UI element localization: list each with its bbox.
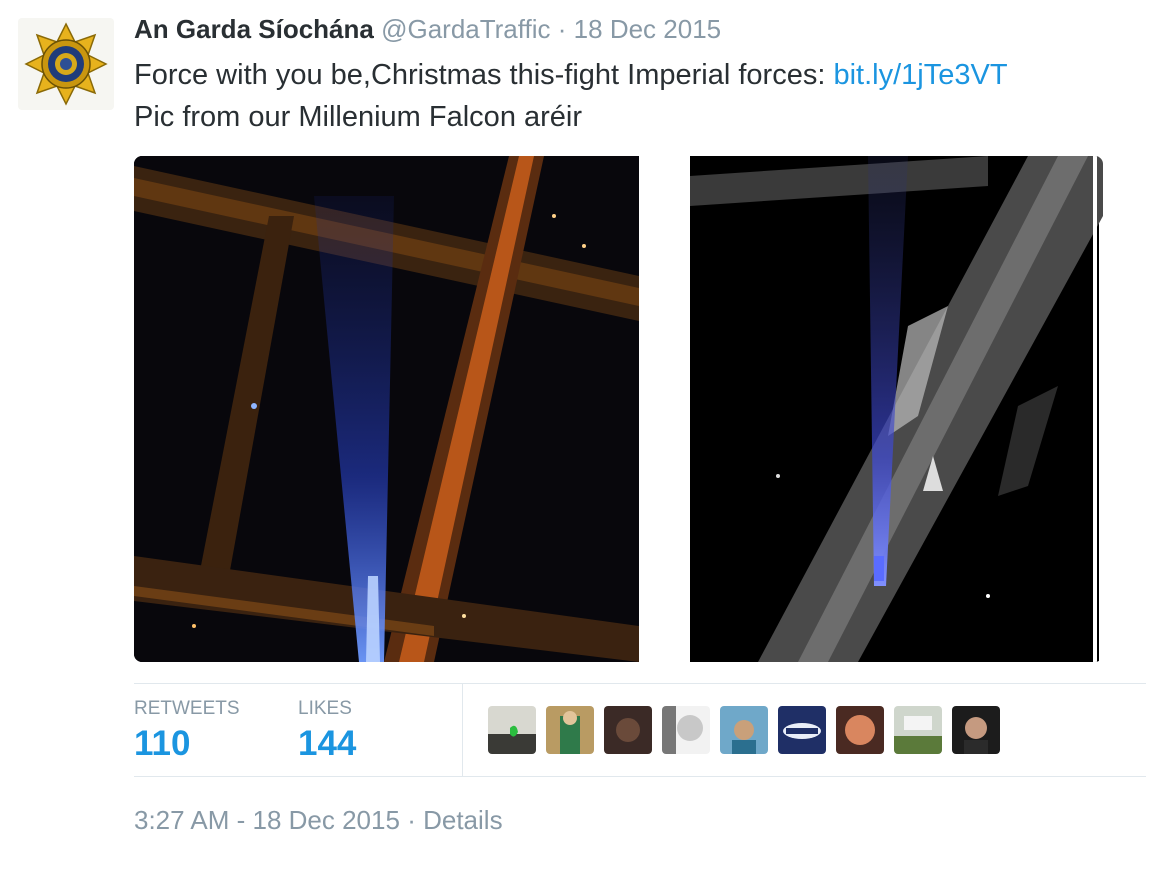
liker-avatar-image [604, 706, 652, 754]
stats-vertical-divider [462, 684, 463, 776]
author-handle[interactable]: @GardaTraffic [381, 14, 550, 44]
liker-avatar-image [836, 706, 884, 754]
liker-avatar[interactable] [604, 706, 652, 754]
likers-avatar-list [488, 706, 1010, 754]
liker-avatar[interactable] [720, 706, 768, 754]
likes-count: 144 [298, 724, 357, 763]
liker-avatar-image [778, 706, 826, 754]
footer-separator: · [407, 805, 416, 835]
author-name[interactable]: An Garda Síochána [134, 14, 374, 44]
stats-bottom-divider [134, 776, 1146, 777]
liker-avatar[interactable] [488, 706, 536, 754]
liker-avatar-image [894, 706, 942, 754]
liker-avatar-image [546, 706, 594, 754]
tweet-header: An Garda Síochána @GardaTraffic · 18 Dec… [134, 12, 721, 46]
profile-avatar[interactable] [18, 18, 114, 110]
tweet-footer: 3:27 AM - 18 Dec 2015 · Details [134, 805, 503, 836]
tweet-link[interactable]: bit.ly/1jTe3VT [833, 59, 1007, 91]
liker-avatar[interactable] [836, 706, 884, 754]
tweet-timestamp[interactable]: 3:27 AM - 18 Dec 2015 [134, 805, 400, 835]
aerial-night-photo-image [134, 156, 639, 662]
likes-stat[interactable]: LIKES 144 [298, 698, 356, 768]
liker-avatar[interactable] [662, 706, 710, 754]
liker-avatar[interactable] [952, 706, 1000, 754]
tweet-text-line1: Force with you be,Christmas this-fight I… [134, 59, 834, 91]
liker-avatar-image [720, 706, 768, 754]
tweet-text-line2: Pic from our Millenium Falcon aréir [134, 101, 583, 133]
liker-avatar[interactable] [778, 706, 826, 754]
retweets-label: RETWEETS [134, 698, 240, 719]
liker-avatar-image [662, 706, 710, 754]
aerial-grayscale-photo-image [688, 156, 1103, 662]
stats-top-divider [134, 683, 1146, 684]
tweet-date[interactable]: 18 Dec 2015 [574, 14, 721, 44]
garda-badge-icon [24, 22, 108, 106]
retweets-count: 110 [134, 724, 191, 763]
details-link[interactable]: Details [423, 805, 502, 835]
liker-avatar[interactable] [546, 706, 594, 754]
retweets-stat[interactable]: RETWEETS 110 [134, 698, 240, 768]
header-separator: · [557, 14, 567, 44]
liker-avatar[interactable] [894, 706, 942, 754]
liker-avatar-image [952, 706, 1000, 754]
liker-avatar-image [488, 706, 536, 754]
tweet-photo-1[interactable] [134, 156, 639, 662]
tweet-text: Force with you be,Christmas this-fight I… [134, 54, 1008, 138]
likes-label: LIKES [298, 698, 352, 719]
tweet-photo-2[interactable] [688, 156, 1103, 662]
